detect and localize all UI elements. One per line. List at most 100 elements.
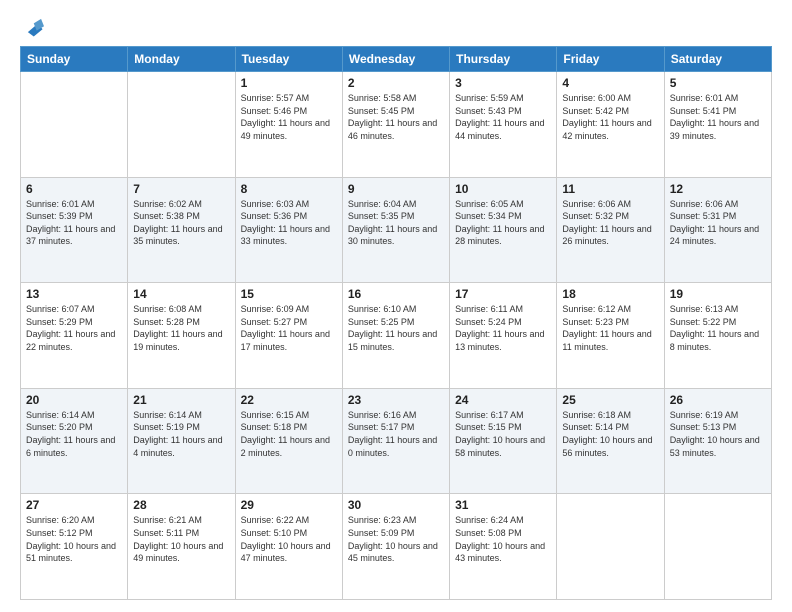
logo: [20, 16, 44, 38]
calendar-cell: 12 Sunrise: 6:06 AMSunset: 5:31 PMDayligh…: [664, 177, 771, 283]
day-number: 11: [562, 182, 658, 196]
weekday-header-thursday: Thursday: [450, 47, 557, 72]
day-info: Sunrise: 6:16 AMSunset: 5:17 PMDaylight:…: [348, 409, 444, 459]
day-info: Sunrise: 6:09 AMSunset: 5:27 PMDaylight:…: [241, 303, 337, 353]
calendar-cell: 21Sunrise: 6:14 AMSunset: 5:19 PMDayligh…: [128, 388, 235, 494]
calendar-cell: [128, 72, 235, 178]
calendar-cell: 13 Sunrise: 6:07 AMSunset: 5:29 PMDayligh…: [21, 283, 128, 389]
day-info: Sunrise: 6:11 AMSunset: 5:24 PMDaylight:…: [455, 303, 551, 353]
day-info: Sunrise: 6:15 AMSunset: 5:18 PMDaylight:…: [241, 409, 337, 459]
weekday-header-wednesday: Wednesday: [342, 47, 449, 72]
day-number: 4: [562, 76, 658, 90]
calendar-cell: 7 Sunrise: 6:02 AMSunset: 5:38 PMDaylight…: [128, 177, 235, 283]
day-number: 23: [348, 393, 444, 407]
day-number: 25: [562, 393, 658, 407]
day-number: 29: [241, 498, 337, 512]
calendar-cell: 10 Sunrise: 6:05 AMSunset: 5:34 PMDayligh…: [450, 177, 557, 283]
calendar-cell: [664, 494, 771, 600]
calendar-cell: 5 Sunrise: 6:01 AMSunset: 5:41 PMDaylight…: [664, 72, 771, 178]
calendar-cell: 19Sunrise: 6:13 AMSunset: 5:22 PMDayligh…: [664, 283, 771, 389]
calendar-cell: 22 Sunrise: 6:15 AMSunset: 5:18 PMDayligh…: [235, 388, 342, 494]
calendar-cell: 4 Sunrise: 6:00 AMSunset: 5:42 PMDaylight…: [557, 72, 664, 178]
day-info: Sunrise: 6:22 AMSunset: 5:10 PMDaylight:…: [241, 514, 337, 564]
page: SundayMondayTuesdayWednesdayThursdayFrid…: [0, 0, 792, 612]
day-info: Sunrise: 6:03 AMSunset: 5:36 PMDaylight:…: [241, 198, 337, 248]
day-info: Sunrise: 6:19 AMSunset: 5:13 PMDaylight:…: [670, 409, 766, 459]
day-number: 26: [670, 393, 766, 407]
calendar-cell: 16 Sunrise: 6:10 AMSunset: 5:25 PMDayligh…: [342, 283, 449, 389]
day-number: 9: [348, 182, 444, 196]
day-info: Sunrise: 6:05 AMSunset: 5:34 PMDaylight:…: [455, 198, 551, 248]
weekday-header-sunday: Sunday: [21, 47, 128, 72]
calendar-cell: 26 Sunrise: 6:19 AMSunset: 5:13 PMDayligh…: [664, 388, 771, 494]
day-info: Sunrise: 6:23 AMSunset: 5:09 PMDaylight:…: [348, 514, 444, 564]
day-info: Sunrise: 5:57 AMSunset: 5:46 PMDaylight:…: [241, 92, 337, 142]
day-info: Sunrise: 6:02 AMSunset: 5:38 PMDaylight:…: [133, 198, 229, 248]
day-number: 31: [455, 498, 551, 512]
day-number: 20: [26, 393, 122, 407]
calendar-cell: [557, 494, 664, 600]
day-info: Sunrise: 6:07 AMSunset: 5:29 PMDaylight:…: [26, 303, 122, 353]
day-number: 1: [241, 76, 337, 90]
day-info: Sunrise: 6:01 AMSunset: 5:39 PMDaylight:…: [26, 198, 122, 248]
logo-icon: [22, 16, 44, 38]
day-info: Sunrise: 5:58 AMSunset: 5:45 PMDaylight:…: [348, 92, 444, 142]
day-number: 3: [455, 76, 551, 90]
day-info: Sunrise: 6:06 AMSunset: 5:32 PMDaylight:…: [562, 198, 658, 248]
day-info: Sunrise: 6:06 AMSunset: 5:31 PMDaylight:…: [670, 198, 766, 248]
day-number: 2: [348, 76, 444, 90]
calendar-cell: 18 Sunrise: 6:12 AMSunset: 5:23 PMDayligh…: [557, 283, 664, 389]
day-number: 24: [455, 393, 551, 407]
day-info: Sunrise: 6:18 AMSunset: 5:14 PMDaylight:…: [562, 409, 658, 459]
calendar-cell: 11 Sunrise: 6:06 AMSunset: 5:32 PMDayligh…: [557, 177, 664, 283]
day-number: 21: [133, 393, 229, 407]
calendar-cell: 9Sunrise: 6:04 AMSunset: 5:35 PMDaylight…: [342, 177, 449, 283]
day-info: Sunrise: 6:01 AMSunset: 5:41 PMDaylight:…: [670, 92, 766, 142]
day-number: 30: [348, 498, 444, 512]
weekday-header-saturday: Saturday: [664, 47, 771, 72]
day-number: 14: [133, 287, 229, 301]
day-number: 12: [670, 182, 766, 196]
day-info: Sunrise: 6:08 AMSunset: 5:28 PMDaylight:…: [133, 303, 229, 353]
day-number: 13: [26, 287, 122, 301]
day-info: Sunrise: 6:14 AMSunset: 5:20 PMDaylight:…: [26, 409, 122, 459]
day-number: 28: [133, 498, 229, 512]
calendar-cell: 17 Sunrise: 6:11 AMSunset: 5:24 PMDayligh…: [450, 283, 557, 389]
day-info: Sunrise: 6:00 AMSunset: 5:42 PMDaylight:…: [562, 92, 658, 142]
day-info: Sunrise: 5:59 AMSunset: 5:43 PMDaylight:…: [455, 92, 551, 142]
calendar-cell: 1 Sunrise: 5:57 AMSunset: 5:46 PMDaylight…: [235, 72, 342, 178]
calendar-cell: 15 Sunrise: 6:09 AMSunset: 5:27 PMDayligh…: [235, 283, 342, 389]
day-number: 18: [562, 287, 658, 301]
calendar-cell: [21, 72, 128, 178]
calendar-table: SundayMondayTuesdayWednesdayThursdayFrid…: [20, 46, 772, 600]
day-info: Sunrise: 6:17 AMSunset: 5:15 PMDaylight:…: [455, 409, 551, 459]
day-number: 8: [241, 182, 337, 196]
calendar-cell: 30 Sunrise: 6:23 AMSunset: 5:09 PMDayligh…: [342, 494, 449, 600]
calendar-cell: 2 Sunrise: 5:58 AMSunset: 5:45 PMDaylight…: [342, 72, 449, 178]
calendar-cell: 8 Sunrise: 6:03 AMSunset: 5:36 PMDaylight…: [235, 177, 342, 283]
day-info: Sunrise: 6:21 AMSunset: 5:11 PMDaylight:…: [133, 514, 229, 564]
day-info: Sunrise: 6:24 AMSunset: 5:08 PMDaylight:…: [455, 514, 551, 564]
day-info: Sunrise: 6:12 AMSunset: 5:23 PMDaylight:…: [562, 303, 658, 353]
calendar-cell: 27 Sunrise: 6:20 AMSunset: 5:12 PMDayligh…: [21, 494, 128, 600]
calendar-cell: 24 Sunrise: 6:17 AMSunset: 5:15 PMDayligh…: [450, 388, 557, 494]
weekday-header-friday: Friday: [557, 47, 664, 72]
calendar-cell: 23 Sunrise: 6:16 AMSunset: 5:17 PMDayligh…: [342, 388, 449, 494]
day-number: 22: [241, 393, 337, 407]
day-number: 6: [26, 182, 122, 196]
day-info: Sunrise: 6:20 AMSunset: 5:12 PMDaylight:…: [26, 514, 122, 564]
day-number: 5: [670, 76, 766, 90]
calendar-cell: 25 Sunrise: 6:18 AMSunset: 5:14 PMDayligh…: [557, 388, 664, 494]
day-number: 10: [455, 182, 551, 196]
weekday-header-tuesday: Tuesday: [235, 47, 342, 72]
day-number: 15: [241, 287, 337, 301]
calendar-cell: 28 Sunrise: 6:21 AMSunset: 5:11 PMDayligh…: [128, 494, 235, 600]
day-number: 27: [26, 498, 122, 512]
header: [20, 16, 772, 38]
day-number: 16: [348, 287, 444, 301]
calendar-cell: 3 Sunrise: 5:59 AMSunset: 5:43 PMDaylight…: [450, 72, 557, 178]
day-info: Sunrise: 6:10 AMSunset: 5:25 PMDaylight:…: [348, 303, 444, 353]
day-number: 17: [455, 287, 551, 301]
day-info: Sunrise: 6:13 AMSunset: 5:22 PMDaylight:…: [670, 303, 766, 353]
day-number: 7: [133, 182, 229, 196]
